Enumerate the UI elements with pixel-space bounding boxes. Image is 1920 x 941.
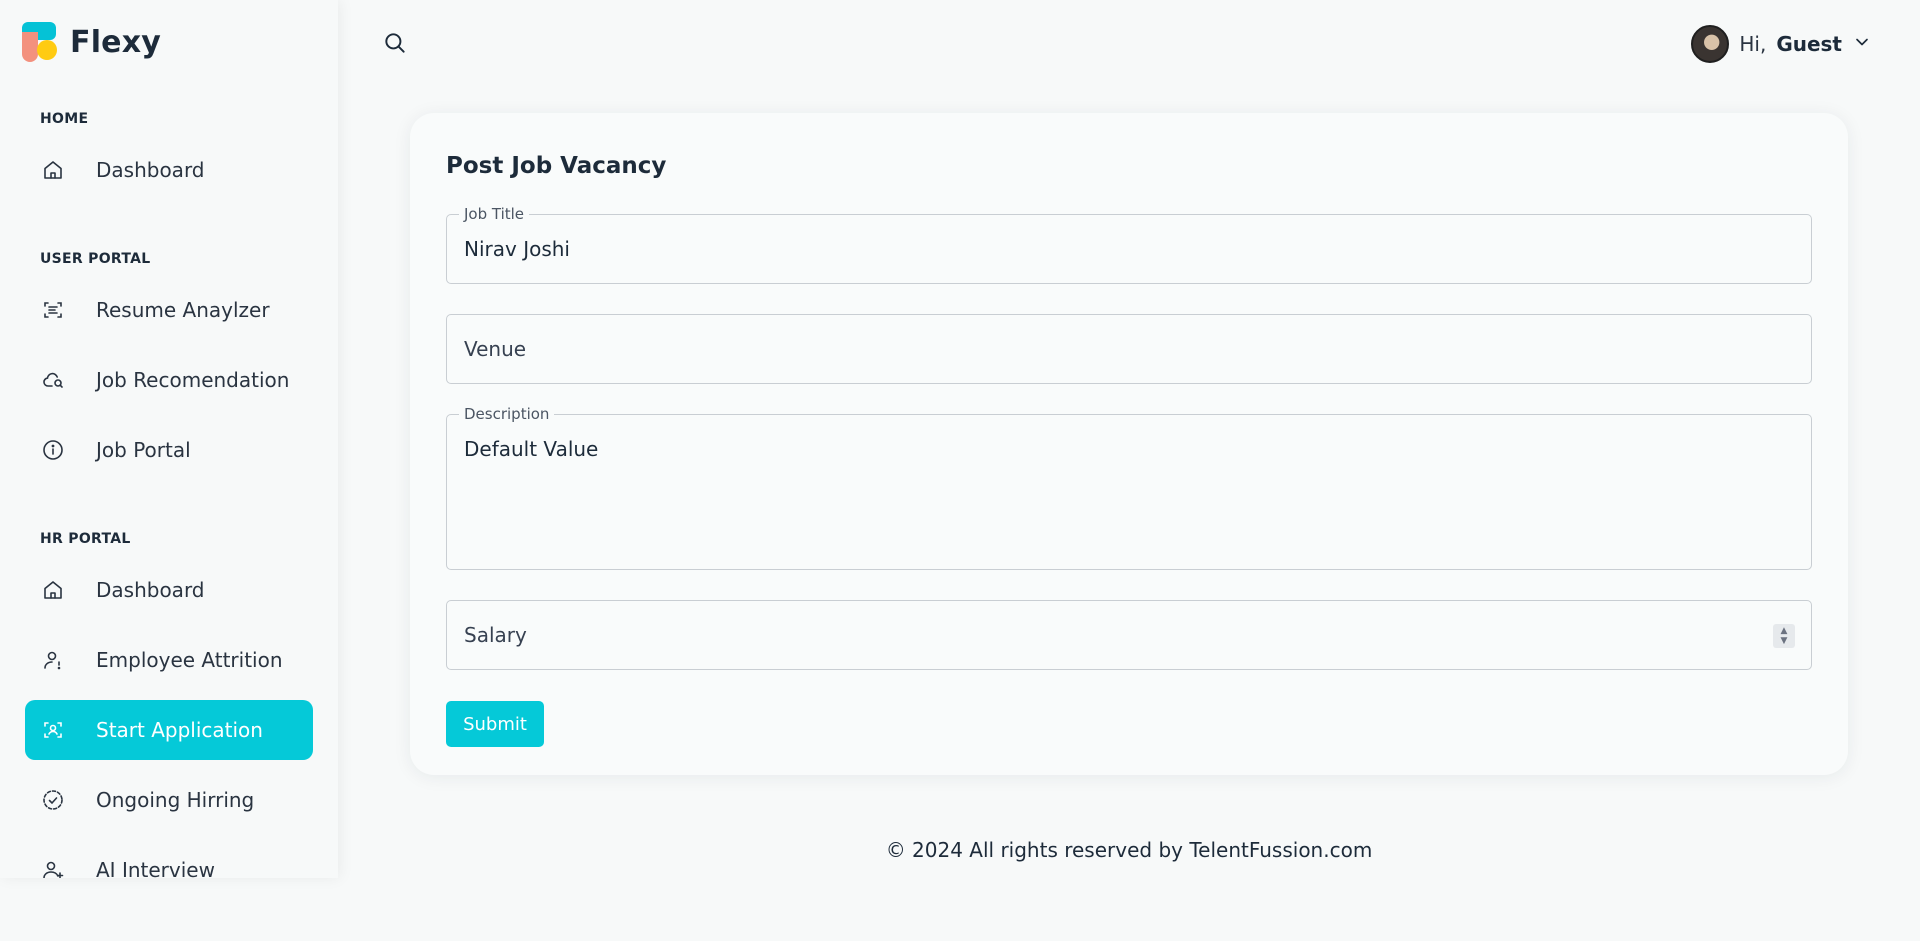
chevron-up-icon[interactable]: ▲	[1781, 626, 1788, 636]
greeting: Hi,	[1739, 32, 1767, 56]
scan-face-icon	[39, 716, 67, 744]
user-menu[interactable]: Hi, Guest	[1691, 24, 1872, 64]
user-plus-icon	[39, 856, 67, 878]
salary-placeholder: Salary	[464, 623, 527, 647]
sidebar-item-label: Start Application	[96, 718, 263, 742]
section-label-hr-portal: HR PORTAL	[40, 531, 131, 547]
home-icon	[39, 576, 67, 604]
job-title-label: Job Title	[459, 205, 530, 223]
post-job-card: Post Job Vacancy Job Title Nirav Joshi V…	[410, 113, 1848, 775]
sidebar-item-ongoing-hirring[interactable]: Ongoing Hirring	[25, 770, 313, 830]
footer-text: © 2024 All rights reserved by TelentFuss…	[885, 838, 1373, 862]
brand-name: Flexy	[70, 24, 162, 60]
search-icon[interactable]	[382, 30, 410, 58]
brand[interactable]: Flexy	[22, 22, 161, 62]
info-icon	[39, 436, 67, 464]
section-label-user-portal: USER PORTAL	[40, 251, 151, 267]
venue-field[interactable]: Venue	[446, 314, 1812, 384]
sidebar-item-label: Employee Attrition	[96, 648, 283, 672]
description-field[interactable]: Description Default Value	[446, 405, 1812, 570]
sidebar-item-label: AI Interview	[96, 858, 215, 878]
submit-button[interactable]: Submit	[446, 701, 544, 747]
sidebar-item-job-portal[interactable]: Job Portal	[25, 420, 313, 480]
user-alert-icon	[39, 646, 67, 674]
page-title: Post Job Vacancy	[446, 153, 667, 179]
sidebar-item-label: Resume Anaylzer	[96, 298, 270, 322]
sidebar-item-label: Job Recomendation	[96, 368, 290, 392]
avatar	[1691, 25, 1730, 63]
sidebar: Flexy HOME Dashboard USER PORTAL Resume …	[0, 0, 338, 878]
sidebar-item-resume-analyzer[interactable]: Resume Anaylzer	[25, 280, 313, 340]
section-label-home: HOME	[40, 111, 89, 127]
venue-placeholder: Venue	[464, 337, 527, 361]
chevron-down-icon[interactable]: ▼	[1781, 636, 1788, 646]
sidebar-item-hr-dashboard[interactable]: Dashboard	[25, 560, 313, 620]
sidebar-item-label: Dashboard	[96, 578, 205, 602]
home-icon	[39, 156, 67, 184]
description-label: Description	[459, 405, 555, 423]
chevron-down-icon	[1852, 32, 1872, 57]
sidebar-item-label: Dashboard	[96, 158, 205, 182]
job-title-value: Nirav Joshi	[464, 237, 570, 261]
salary-field[interactable]: Salary ▲ ▼	[446, 600, 1812, 670]
number-stepper[interactable]: ▲ ▼	[1773, 624, 1795, 648]
job-title-field[interactable]: Job Title Nirav Joshi	[446, 205, 1812, 284]
sidebar-item-ai-interview[interactable]: AI Interview	[25, 840, 313, 878]
scan-text-icon	[39, 296, 67, 324]
user-name: Guest	[1776, 32, 1842, 56]
cloud-search-icon	[39, 366, 67, 394]
circle-check-icon	[39, 786, 67, 814]
sidebar-item-job-recomendation[interactable]: Job Recomendation	[25, 350, 313, 410]
description-value: Default Value	[464, 437, 599, 461]
flexy-logo-icon	[22, 22, 57, 62]
sidebar-item-label: Job Portal	[96, 438, 191, 462]
sidebar-item-start-application[interactable]: Start Application	[25, 700, 313, 760]
sidebar-item-dashboard[interactable]: Dashboard	[25, 140, 313, 200]
sidebar-item-employee-attrition[interactable]: Employee Attrition	[25, 630, 313, 690]
sidebar-item-label: Ongoing Hirring	[96, 788, 255, 812]
